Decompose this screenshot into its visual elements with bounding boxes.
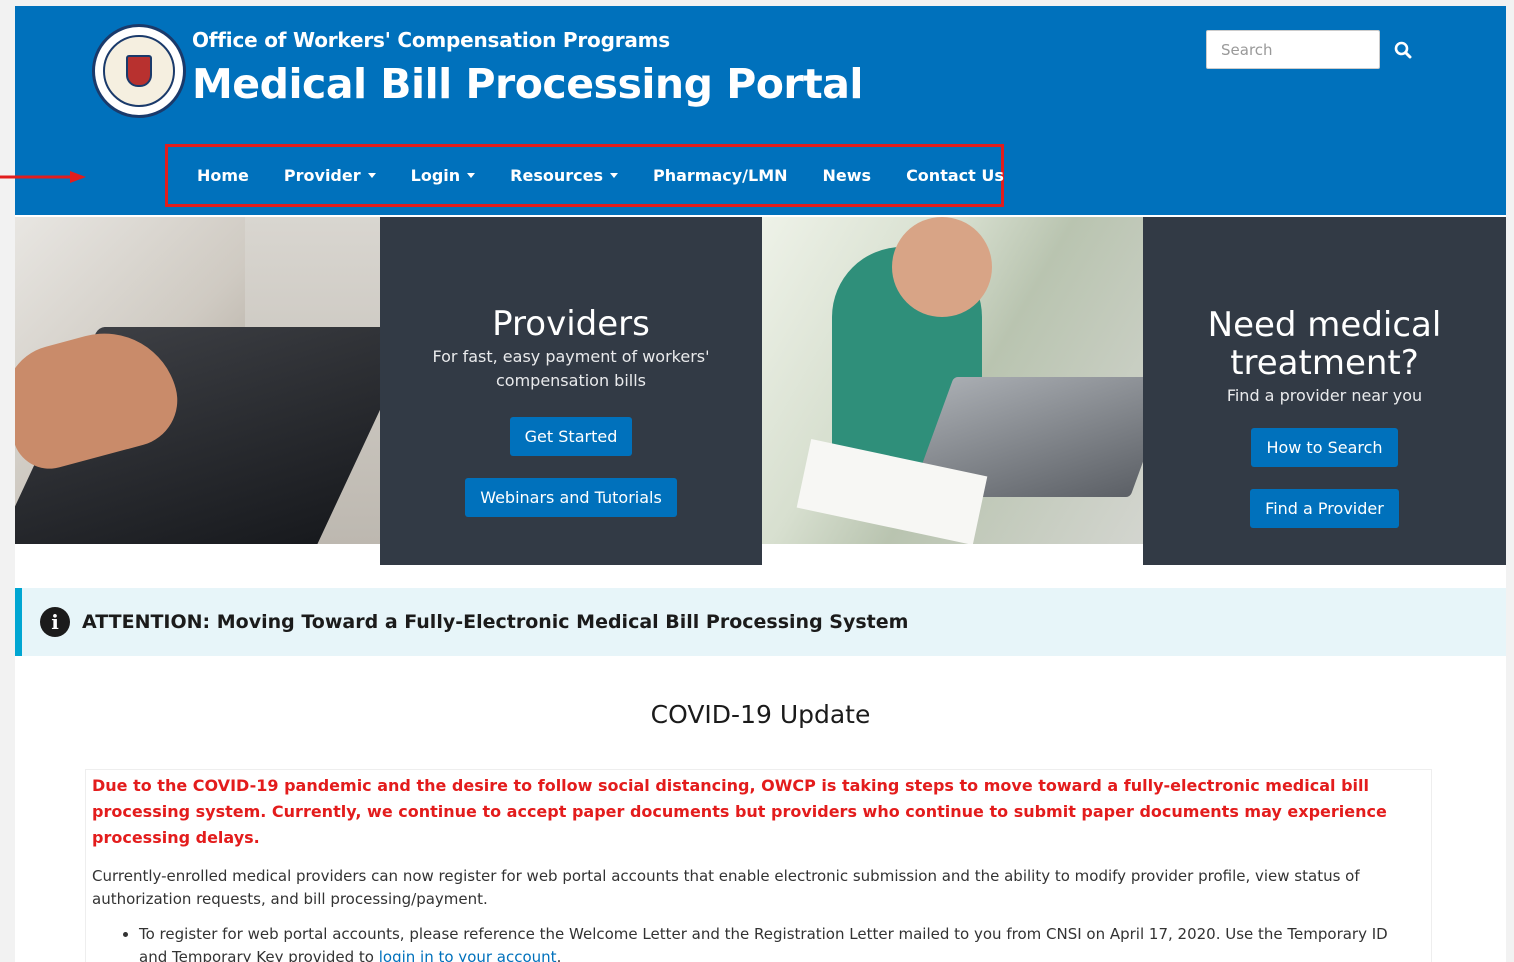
search-input[interactable] <box>1206 30 1380 69</box>
treatment-title-line1: Need medical <box>1207 305 1442 345</box>
find-provider-button[interactable]: Find a Provider <box>1250 489 1399 528</box>
login-account-link[interactable]: login in to your account <box>379 948 557 962</box>
covid-alert-text: Due to the COVID-19 pandemic and the des… <box>92 776 1387 847</box>
nav-news[interactable]: News <box>823 166 872 185</box>
nav-resources[interactable]: Resources <box>510 166 618 185</box>
main-nav: Home Provider Login Resources Pharmacy/L… <box>165 144 1004 207</box>
hero-banner: Providers For fast, easy payment of work… <box>15 217 1506 565</box>
get-started-button[interactable]: Get Started <box>509 417 633 456</box>
nav-login[interactable]: Login <box>411 166 476 185</box>
search-icon <box>1394 41 1412 59</box>
nav-home[interactable]: Home <box>197 166 249 185</box>
caret-down-icon <box>609 173 618 178</box>
nav-pharmacy-lmn[interactable]: Pharmacy/LMN <box>653 166 788 185</box>
treatment-subtitle: Find a provider near you <box>1226 386 1423 405</box>
info-icon: i <box>40 607 70 637</box>
org-title: Office of Workers' Compensation Programs <box>192 28 670 52</box>
list-item: To register for web portal accounts, ple… <box>139 923 1425 962</box>
caret-down-icon <box>467 173 476 178</box>
nav-contact-us[interactable]: Contact Us <box>906 166 1004 185</box>
search-button[interactable] <box>1385 34 1421 66</box>
providers-panel: Providers For fast, easy payment of work… <box>380 217 762 565</box>
portal-title[interactable]: Medical Bill Processing Portal <box>192 60 863 108</box>
registration-paragraph: Currently-enrolled medical providers can… <box>92 867 1360 908</box>
annotation-arrow-icon <box>0 171 86 183</box>
covid-update-content: Due to the COVID-19 pandemic and the des… <box>85 769 1432 962</box>
dol-seal-icon[interactable] <box>92 24 186 118</box>
page: Office of Workers' Compensation Programs… <box>15 6 1506 962</box>
treatment-title-line2: treatment? <box>1230 343 1419 383</box>
covid-update-title: COVID-19 Update <box>650 700 871 729</box>
attention-banner: i ATTENTION: Moving Toward a Fully-Elect… <box>15 588 1506 656</box>
attention-text[interactable]: ATTENTION: Moving Toward a Fully-Electro… <box>82 611 908 633</box>
providers-subtitle-line2: compensation bills <box>495 371 646 390</box>
writing-notes-photo <box>762 217 1143 544</box>
treatment-panel: Need medical treatment? Find a provider … <box>1143 217 1506 565</box>
providers-subtitle-line1: For fast, easy payment of workers' <box>432 347 710 366</box>
providers-title: Providers <box>492 304 650 344</box>
typing-laptop-photo <box>15 217 380 544</box>
webinars-tutorials-button[interactable]: Webinars and Tutorials <box>465 478 677 517</box>
nav-provider[interactable]: Provider <box>284 166 376 185</box>
how-to-search-button[interactable]: How to Search <box>1251 428 1398 467</box>
caret-down-icon <box>367 173 376 178</box>
instructions-list: To register for web portal accounts, ple… <box>92 923 1425 962</box>
site-header: Office of Workers' Compensation Programs… <box>15 6 1506 215</box>
